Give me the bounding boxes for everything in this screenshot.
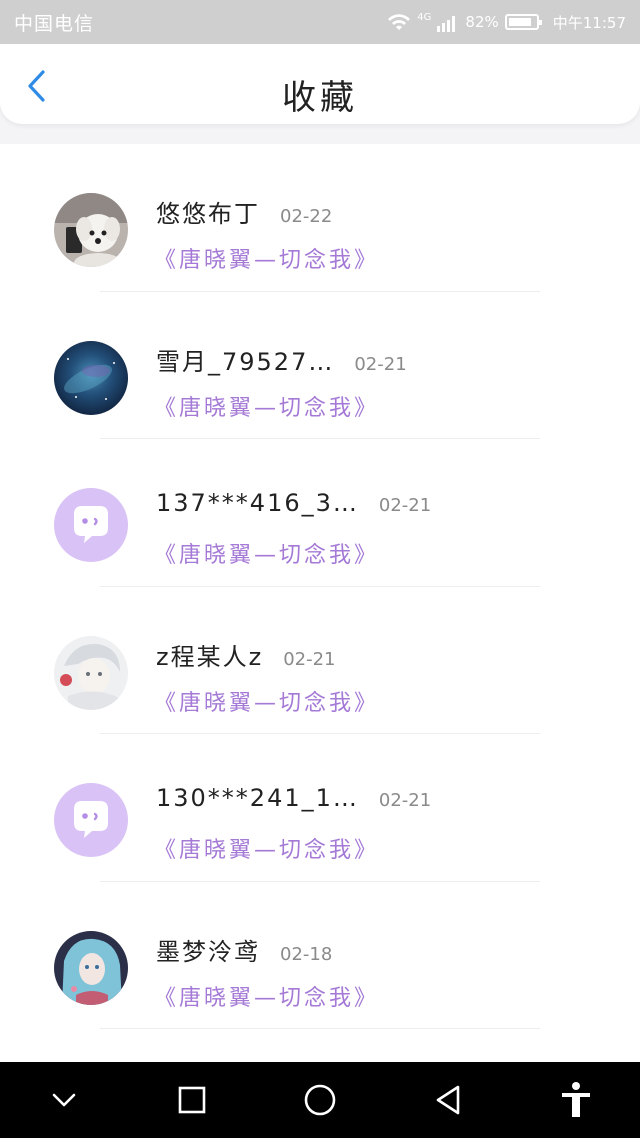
favorite-date: 02-18 [280, 943, 333, 965]
avatar[interactable] [54, 488, 128, 562]
favorite-date: 02-21 [283, 648, 336, 670]
accessibility-button[interactable] [546, 1070, 606, 1130]
wifi-icon [387, 12, 411, 32]
battery-icon [504, 14, 542, 30]
home-button[interactable] [290, 1070, 350, 1130]
home-circle-icon [304, 1084, 336, 1116]
accessibility-icon [562, 1082, 590, 1117]
system-navigation-bar [0, 1062, 640, 1138]
default-chat-avatar-icon [54, 783, 128, 857]
favorite-title[interactable]: 《唐晓翼—切念我》 [154, 537, 379, 569]
favorite-title[interactable]: 《唐晓翼—切念我》 [154, 390, 379, 422]
puppy-photo-icon [54, 193, 128, 267]
default-chat-avatar-icon [54, 488, 128, 562]
favorite-date: 02-21 [354, 353, 407, 375]
user-name: 雪月_79527… [156, 347, 335, 376]
collapse-chevron-icon [52, 1093, 76, 1107]
recent-apps-square-icon [178, 1086, 206, 1114]
avatar[interactable] [54, 930, 128, 1005]
user-name: 墨梦泠鸢 [156, 937, 260, 966]
avatar[interactable] [54, 783, 128, 857]
status-bar: 中国电信 4G 82% 中午11:57 [0, 0, 640, 44]
avatar[interactable] [54, 635, 128, 710]
clock: 中午11:57 [552, 13, 626, 32]
avatar[interactable] [54, 193, 128, 267]
list-item[interactable]: 墨梦泠鸢 02-18 《唐晓翼—切念我》 [0, 882, 640, 1029]
collapse-button[interactable] [34, 1070, 94, 1130]
list-item[interactable]: 130***241_1… 02-21 《唐晓翼—切念我》 [0, 734, 640, 882]
navigation-bar: 收藏 [0, 44, 640, 124]
user-name: 悠悠布丁 [156, 200, 260, 228]
favorite-date: 02-21 [378, 495, 432, 516]
favorite-title[interactable]: 《唐晓翼—切念我》 [154, 980, 379, 1012]
page-title: 收藏 [282, 78, 358, 118]
anime-blue-hair-icon [54, 930, 128, 1005]
user-name: z程某人z [156, 642, 264, 671]
galaxy-photo-icon [54, 340, 128, 415]
favorite-title[interactable]: 《唐晓翼—切念我》 [154, 832, 379, 864]
network-type: 4G [417, 11, 432, 23]
user-name: 137***416_3… [156, 489, 359, 517]
list-item[interactable]: 悠悠布丁 02-22 《唐晓翼—切念我》 [0, 144, 640, 292]
carrier-label: 中国电信 [14, 12, 95, 35]
list-item[interactable]: z程某人z 02-21 《唐晓翼—切念我》 [0, 587, 640, 734]
battery-percent: 82% [465, 13, 499, 31]
favorite-date: 02-21 [378, 790, 432, 811]
avatar[interactable] [54, 340, 128, 415]
back-triangle-icon [436, 1085, 460, 1115]
recent-apps-button[interactable] [162, 1070, 222, 1130]
header-area: 收藏 [0, 44, 640, 144]
list-item[interactable]: 137***416_3… 02-21 《唐晓翼—切念我》 [0, 439, 640, 587]
favorite-title[interactable]: 《唐晓翼—切念我》 [154, 242, 379, 274]
system-back-button[interactable] [418, 1070, 478, 1130]
anime-white-hair-icon [54, 635, 128, 710]
divider [100, 1028, 540, 1029]
list-item[interactable]: 雪月_79527… 02-21 《唐晓翼—切念我》 [0, 292, 640, 439]
user-name: 130***241_1… [156, 784, 359, 812]
status-indicators: 4G 82% 中午11:57 [387, 12, 626, 33]
signal-icon [437, 12, 459, 32]
favorites-list: 悠悠布丁 02-22 《唐晓翼—切念我》 雪月_79527… 02-21 《唐晓… [0, 144, 640, 1029]
favorite-date: 02-22 [280, 206, 333, 227]
favorite-title[interactable]: 《唐晓翼—切念我》 [154, 685, 379, 717]
